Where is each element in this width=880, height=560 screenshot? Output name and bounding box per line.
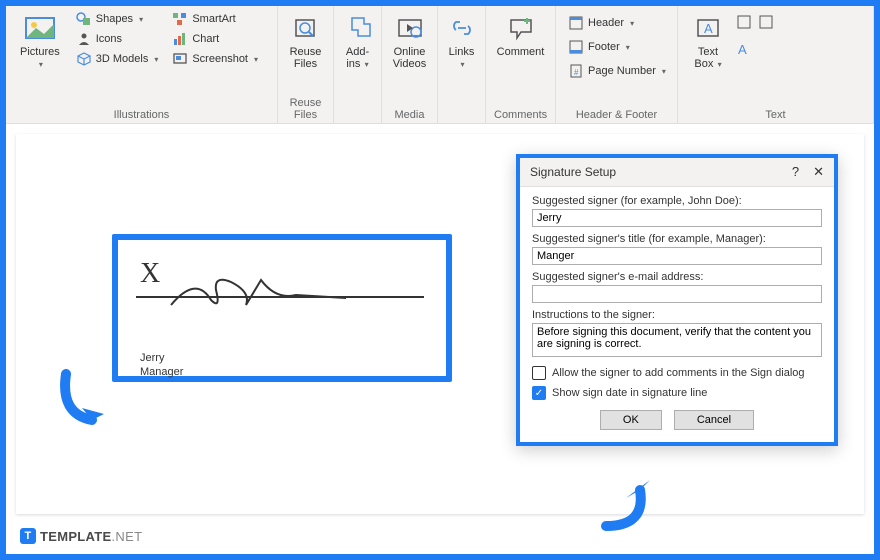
- online-videos-button[interactable]: Online Videos: [390, 10, 429, 72]
- svg-text:A: A: [704, 21, 713, 36]
- reuse-files-button[interactable]: Reuse Files: [286, 10, 325, 72]
- smartart-icon: [172, 11, 188, 27]
- text-icon[interactable]: A: [736, 41, 752, 62]
- allow-comments-checkbox[interactable]: Allow the signer to add comments in the …: [532, 366, 822, 380]
- header-icon: [568, 15, 584, 31]
- addins-button[interactable]: Add- ins ▾: [342, 10, 373, 72]
- signature-line: [136, 296, 424, 298]
- footer-icon: [568, 39, 584, 55]
- svg-text:#: #: [574, 68, 579, 77]
- signature-setup-dialog: Signature Setup ? ✕ Suggested signer (fo…: [516, 154, 838, 446]
- close-icon[interactable]: ✕: [813, 164, 824, 180]
- chevron-down-icon: ▾: [39, 60, 43, 69]
- dialog-titlebar: Signature Setup ? ✕: [520, 158, 834, 187]
- header-button[interactable]: Header▾: [564, 14, 638, 32]
- shapes-button[interactable]: Shapes▾: [72, 10, 147, 28]
- ribbon: Pictures ▾ Shapes▾ Icons 3D Models▾ Smart…: [6, 6, 874, 124]
- comment-icon: [505, 12, 537, 44]
- cube-icon: [76, 51, 92, 67]
- dialog-title: Signature Setup: [530, 165, 616, 179]
- signer-title: Manager: [140, 366, 424, 378]
- signature-scribble-icon: [166, 270, 366, 312]
- role-label: Suggested signer's title (for example, M…: [532, 233, 822, 245]
- pictures-button[interactable]: Pictures ▾: [14, 10, 66, 72]
- signer-input[interactable]: [532, 209, 822, 227]
- group-illustrations: Pictures ▾ Shapes▾ Icons 3D Models▾ Smart…: [6, 6, 278, 123]
- group-reuse: Reuse Files Reuse Files: [278, 6, 334, 123]
- link-icon: [446, 12, 478, 44]
- signature-x: X: [140, 258, 160, 289]
- chevron-down-icon: ▾: [630, 19, 634, 28]
- svg-text:A: A: [738, 42, 747, 57]
- instructions-label: Instructions to the signer:: [532, 309, 822, 321]
- chevron-down-icon: ▾: [139, 15, 143, 24]
- text-box-icon: A: [692, 12, 724, 44]
- shapes-icon: [76, 11, 92, 27]
- links-button[interactable]: Links▾: [446, 10, 477, 72]
- chevron-down-icon: ▾: [254, 55, 258, 64]
- group-header-footer: Header▾ Footer▾ #Page Number▾ Header & F…: [556, 6, 678, 123]
- help-icon[interactable]: ?: [792, 164, 799, 180]
- group-label: Illustrations: [14, 109, 269, 121]
- dialog-body: Suggested signer (for example, John Doe)…: [520, 187, 834, 442]
- chevron-down-icon: ▾: [662, 67, 666, 76]
- cancel-button[interactable]: Cancel: [674, 410, 754, 430]
- pictures-label: Pictures: [20, 46, 60, 58]
- email-input[interactable]: [532, 285, 822, 303]
- arrow-annotation-icon: [56, 364, 112, 434]
- ok-button[interactable]: OK: [600, 410, 662, 430]
- instructions-input[interactable]: Before signing this document, verify tha…: [532, 323, 822, 357]
- role-input[interactable]: [532, 247, 822, 265]
- text-icon[interactable]: [758, 14, 774, 35]
- smartart-button[interactable]: SmartArt: [168, 10, 239, 28]
- brand-footer: T TEMPLATE.NET: [20, 528, 142, 544]
- group-label: Reuse Files: [286, 97, 325, 121]
- chevron-down-icon: ▾: [715, 60, 721, 69]
- icons-icon: [76, 31, 92, 47]
- page-number-icon: #: [568, 63, 584, 79]
- signer-label: Suggested signer (for example, John Doe)…: [532, 195, 822, 207]
- group-label: Comments: [494, 109, 547, 121]
- group-text: A Text Box ▾ A Text: [678, 6, 874, 123]
- chevron-down-icon: ▾: [362, 60, 368, 69]
- screenshot-button[interactable]: Screenshot▾: [168, 50, 262, 68]
- group-label: Header & Footer: [564, 109, 669, 121]
- show-date-checkbox[interactable]: ✓Show sign date in signature line: [532, 386, 822, 400]
- pictures-icon: [24, 12, 56, 44]
- chevron-down-icon: ▾: [460, 60, 464, 69]
- group-label: Text: [686, 109, 865, 121]
- group-addins: Add- ins ▾: [334, 6, 382, 123]
- group-media: Online Videos Media: [382, 6, 438, 123]
- signature-block: X Jerry Manager: [112, 234, 452, 382]
- app-window: Pictures ▾ Shapes▾ Icons 3D Models▾ Smart…: [6, 6, 874, 554]
- group-comments: Comment Comments: [486, 6, 556, 123]
- 3d-models-button[interactable]: 3D Models▾: [72, 50, 163, 68]
- addins-icon: [342, 12, 374, 44]
- text-icon[interactable]: [736, 14, 752, 35]
- chart-icon: [172, 31, 188, 47]
- text-box-button[interactable]: A Text Box ▾: [686, 10, 730, 72]
- video-icon: [394, 12, 426, 44]
- chevron-down-icon: ▾: [154, 55, 158, 64]
- checkbox-icon: [532, 366, 546, 380]
- icons-button[interactable]: Icons: [72, 30, 126, 48]
- reuse-files-icon: [290, 12, 322, 44]
- checkbox-checked-icon: ✓: [532, 386, 546, 400]
- brand-logo-icon: T: [20, 528, 36, 544]
- comment-button[interactable]: Comment: [494, 10, 547, 60]
- screenshot-icon: [172, 51, 188, 67]
- page-number-button[interactable]: #Page Number▾: [564, 62, 670, 80]
- email-label: Suggested signer's e-mail address:: [532, 271, 822, 283]
- chevron-down-icon: ▾: [626, 43, 630, 52]
- group-links: Links▾: [438, 6, 486, 123]
- signer-name: Jerry: [140, 352, 424, 364]
- footer-button[interactable]: Footer▾: [564, 38, 634, 56]
- chart-button[interactable]: Chart: [168, 30, 223, 48]
- brand-name: TEMPLATE.NET: [40, 529, 142, 544]
- group-label: Media: [390, 109, 429, 121]
